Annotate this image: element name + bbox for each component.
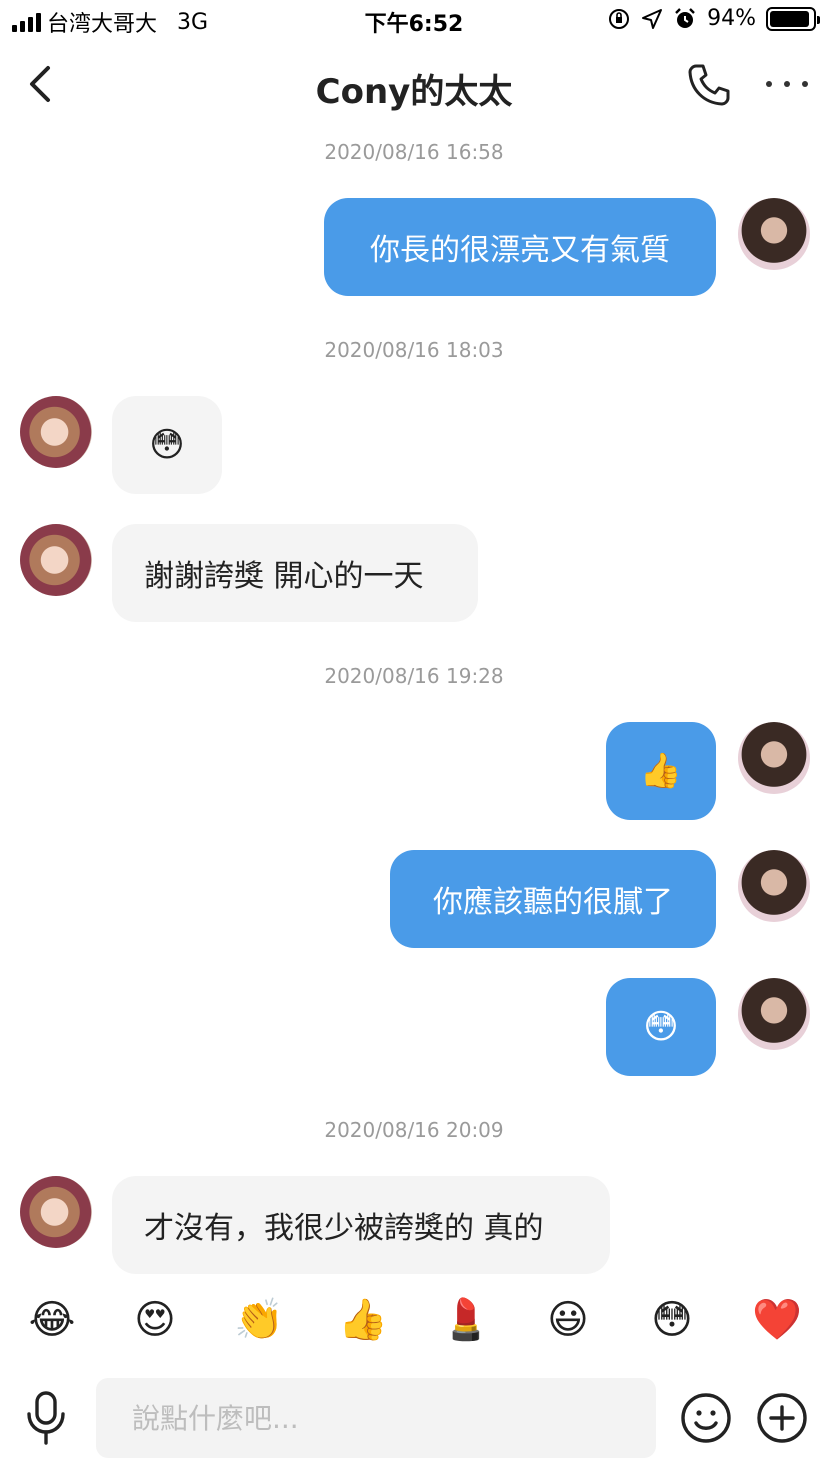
message-bubble-outgoing[interactable]: 你應該聽的很膩了: [390, 850, 716, 948]
emoji-smiley[interactable]: 😃: [544, 1294, 592, 1346]
status-right: 94%: [607, 6, 820, 31]
emoji-flushed[interactable]: 😳: [648, 1294, 696, 1346]
timestamp: 2020/08/16 18:03: [324, 338, 504, 362]
composer: [0, 1370, 828, 1470]
message-input[interactable]: [96, 1378, 656, 1458]
avatar-contact[interactable]: [20, 396, 92, 468]
more-icon[interactable]: [762, 62, 812, 106]
chat-header: Cony的太太: [0, 50, 828, 120]
battery-percent: 94%: [707, 6, 756, 31]
plus-icon[interactable]: [756, 1392, 808, 1444]
battery-icon: [766, 6, 820, 31]
avatar-contact[interactable]: [20, 1176, 92, 1248]
emoji-thumbs-up[interactable]: 👍: [338, 1294, 388, 1346]
avatar-self[interactable]: [738, 850, 810, 922]
avatar-self[interactable]: [738, 722, 810, 794]
message-bubble-incoming[interactable]: 😳: [112, 396, 222, 494]
message-bubble-outgoing[interactable]: 你長的很漂亮又有氣質: [324, 198, 716, 296]
timestamp: 2020/08/16 16:58: [324, 140, 504, 164]
avatar-contact[interactable]: [20, 524, 92, 596]
emoji-heart[interactable]: ❤️: [752, 1294, 802, 1346]
message-bubble-outgoing[interactable]: 😳: [606, 978, 716, 1076]
alarm-icon: [675, 7, 695, 28]
location-icon: [642, 8, 663, 29]
status-bar: 台湾大哥大 3G 下午6:52 94%: [0, 0, 828, 44]
emoji-lipstick[interactable]: 💄: [441, 1294, 491, 1346]
emoji-picker-icon[interactable]: [680, 1392, 732, 1444]
timestamp: 2020/08/16 20:09: [324, 1118, 504, 1142]
emoji-heart-eyes[interactable]: 😍: [131, 1294, 179, 1346]
message-bubble-incoming[interactable]: 謝謝誇獎 開心的一天: [112, 524, 478, 622]
emoji-clap[interactable]: 👏: [234, 1294, 284, 1346]
quick-emoji-bar: 😂 😍 👏 👍 💄 😃 😳 ❤️: [0, 1290, 828, 1350]
emoji-joy[interactable]: 😂: [28, 1294, 76, 1346]
message-bubble-outgoing[interactable]: 👍: [606, 722, 716, 820]
message-bubble-incoming[interactable]: 才沒有，我很少被誇獎的 真的: [112, 1176, 610, 1274]
phone-icon[interactable]: [686, 62, 732, 108]
timestamp: 2020/08/16 19:28: [324, 664, 504, 688]
avatar-self[interactable]: [738, 198, 810, 270]
rotation-lock-icon: [609, 8, 630, 29]
microphone-icon[interactable]: [22, 1390, 70, 1446]
avatar-self[interactable]: [738, 978, 810, 1050]
